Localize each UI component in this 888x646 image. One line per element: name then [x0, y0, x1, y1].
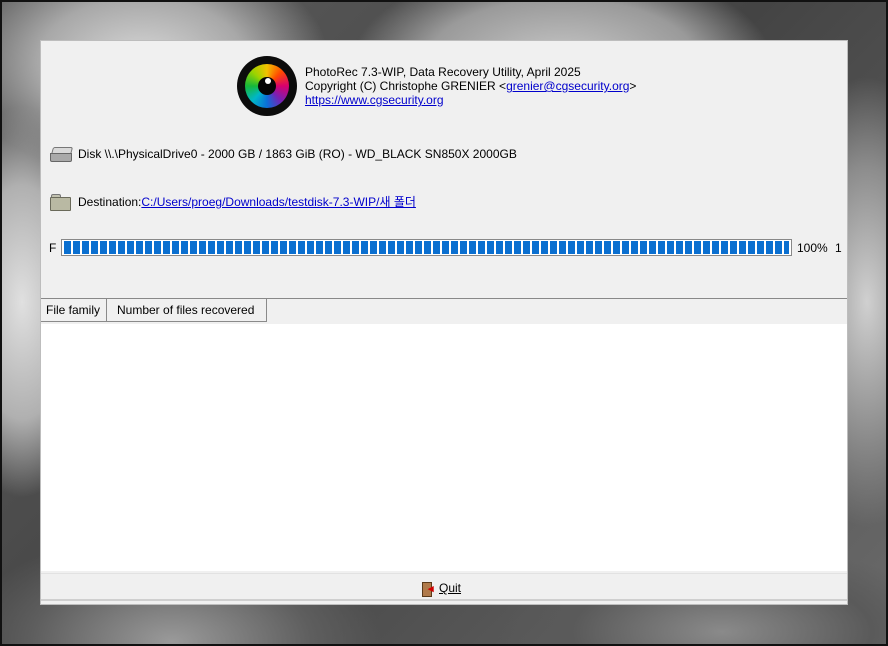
folder-icon [50, 193, 71, 211]
app-info: PhotoRec 7.3-WIP, Data Recovery Utility,… [305, 65, 636, 107]
disk-row: Disk \\.\PhysicalDrive0 - 2000 GB / 1863… [50, 147, 517, 162]
disk-description: Disk \\.\PhysicalDrive0 - 2000 GB / 1863… [78, 147, 517, 161]
quit-label: Quit [439, 581, 462, 595]
email-link[interactable]: grenier@cgsecurity.org [506, 79, 629, 93]
quit-button[interactable]: ◂ Quit [421, 579, 461, 597]
hard-drive-icon [50, 147, 74, 162]
recovery-progress-bar [61, 239, 792, 256]
exit-door-icon: ◂ [421, 581, 436, 597]
progress-pass-label: F [49, 241, 57, 255]
destination-path-link[interactable]: C:/Users/proeg/Downloads/testdisk-7.3-WI… [141, 193, 416, 210]
destination-row: Destination: C:/Users/proeg/Downloads/te… [50, 193, 416, 211]
photorec-logo [237, 56, 297, 116]
copyright-line: Copyright (C) Christophe GRENIER <grenie… [305, 79, 637, 93]
destination-label: Destination: [78, 194, 142, 209]
photorec-window: PhotoRec 7.3-WIP, Data Recovery Utility,… [41, 41, 847, 604]
column-header-files-recovered[interactable]: Number of files recovered [107, 299, 267, 322]
recovered-files-list[interactable]: File family Number of files recovered [41, 298, 847, 571]
app-title: PhotoRec 7.3-WIP, Data Recovery Utility,… [305, 65, 581, 79]
column-header-file-family[interactable]: File family [41, 299, 107, 322]
progress-fill [64, 241, 789, 254]
website-link[interactable]: https://www.cgsecurity.org [305, 93, 444, 107]
progress-percent: 100% [797, 241, 828, 255]
list-header: File family Number of files recovered [41, 299, 847, 324]
progress-count: 1 [835, 241, 842, 255]
footer-bar: ◂ Quit [41, 573, 847, 601]
